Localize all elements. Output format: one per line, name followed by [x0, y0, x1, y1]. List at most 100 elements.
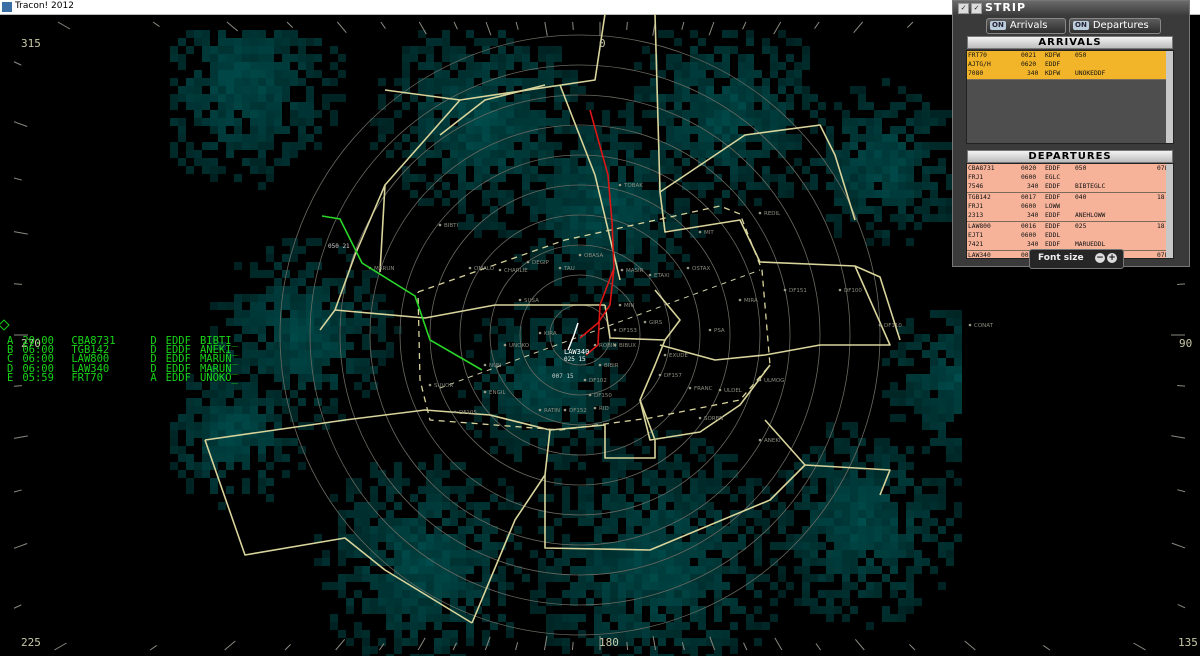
fix-label-df150: DF150: [594, 393, 612, 399]
fix-marker: [598, 363, 602, 367]
compass-tick: [453, 21, 458, 30]
flight-letter: E: [7, 371, 14, 384]
flight-list: A 20:00 CBA8731 D EDDF BIBTI_ B 06:00 TGB142 D EDD…: [7, 336, 247, 384]
flight-strip[interactable]: LAW800 0016 EDDF 025 18 EJT1 0600 EDDL 7421 340 ED…: [967, 222, 1173, 251]
strip-tabs: ON Arrivals ON Departures: [953, 15, 1189, 35]
font-size-increase-button[interactable]: +: [1107, 253, 1117, 263]
strip-field: MARUEDDL: [1075, 241, 1106, 248]
strip-field: 7080: [968, 70, 984, 77]
compass-tick: [742, 21, 747, 30]
flight-strip[interactable]: CBA8731 0020 EDDF 050 07L FRJ1 0600 EGLC 7546 340…: [967, 164, 1173, 193]
scrollbar[interactable]: [1166, 51, 1173, 143]
track-label-law340-callsign: LAW340: [564, 348, 589, 356]
compass-tick: [681, 21, 685, 30]
compass-tick: [515, 21, 519, 30]
fix-label-franc: FRANC: [694, 386, 713, 392]
strip-field: UNOKEDDF: [1075, 70, 1106, 77]
strip-field: BIBTEGLC: [1075, 183, 1106, 190]
arrivals-tab-label: Arrivals: [1009, 20, 1048, 31]
bearing-180: 180: [599, 636, 619, 649]
fix-marker: [686, 266, 690, 270]
fix-label-girs: GIRS: [649, 320, 663, 326]
strip-field: 0620: [1021, 61, 1037, 68]
strip-field: 340: [1027, 241, 1039, 248]
fix-marker: [718, 388, 722, 392]
compass-tick: [853, 21, 864, 34]
compass-tick: [908, 643, 916, 651]
fix-label-bibir: BIBIR: [604, 363, 619, 369]
arrivals-toggle[interactable]: ON Arrivals: [986, 18, 1066, 34]
strip-field: EDDF: [1045, 194, 1061, 201]
compass-tick: [1177, 603, 1186, 609]
strip-field: FRT70: [968, 52, 987, 59]
flight-time: 05:59: [22, 371, 54, 384]
strip-field: 18: [1157, 223, 1165, 230]
flight-strip[interactable]: TGB142 0017 EDDF 040 18 FRJ1 0600 LOWW 2313 340 ED…: [967, 193, 1173, 222]
flight-strip[interactable]: FRT70 0021 KDFW 050 AJTG/H 0620 EDDF 7080 340 KDF…: [967, 51, 1173, 80]
fix-marker: [483, 390, 487, 394]
compass-tick: [485, 21, 492, 36]
compass-tick: [152, 21, 160, 27]
fix-label-marun: MARUN: [374, 266, 394, 272]
strip-field: 050: [1075, 52, 1087, 59]
strip-field: 0016: [1021, 223, 1037, 230]
fix-marker: [438, 223, 442, 227]
fix-label-suvor: SUVOR: [434, 383, 454, 389]
visible-checkbox[interactable]: ✓: [971, 3, 982, 14]
pin-checkbox[interactable]: ✓: [958, 3, 969, 14]
strip-field: 340: [1027, 183, 1039, 190]
arrivals-list[interactable]: FRT70 0021 KDFW 050 AJTG/H 0620 EDDF 7080 340 KDF…: [966, 50, 1174, 144]
strip-field: KDFW: [1045, 52, 1061, 59]
fix-marker: [618, 303, 622, 307]
fix-label-tau: TAU: [563, 266, 575, 272]
strip-field: 7546: [968, 183, 984, 190]
fix-label-nun: NUN: [489, 363, 501, 369]
strip-field: LAW800: [968, 223, 991, 230]
compass-tick: [743, 642, 748, 651]
fix-label-mit: MIT: [704, 230, 714, 236]
app-icon: [2, 2, 12, 12]
compass-tick: [224, 640, 236, 651]
flight-list-row[interactable]: E 05:59 FRT70 A EDDF UNOKO_: [7, 371, 247, 384]
compass-tick: [626, 641, 629, 651]
compass-tick: [774, 637, 783, 651]
strip-field: EJT1: [968, 232, 984, 239]
fix-marker: [613, 328, 617, 332]
fix-label-min: MIN: [624, 303, 634, 309]
flight-callsign: FRT70: [71, 371, 103, 384]
flight-airport: EDDF: [165, 371, 191, 384]
compass-tick: [1171, 542, 1186, 549]
compass-tick: [1176, 283, 1186, 286]
strip-field: 0020: [1021, 165, 1037, 172]
strip-panel: ✓ ✓ STRIP ON Arrivals ON Departures ARRIVA…: [952, 0, 1190, 267]
compass-tick: [815, 643, 821, 651]
compass-tick: [149, 645, 157, 651]
fix-label-df102: DF102: [589, 378, 607, 384]
fix-label-bibux: BIBUX: [619, 343, 636, 349]
fix-marker: [503, 343, 507, 347]
fix-label-unoko: UNOKO: [509, 343, 530, 349]
fix-label-mira: MIRA: [744, 298, 758, 304]
fix-label-psa: PSA: [714, 328, 725, 334]
compass-tick: [13, 489, 22, 493]
strip-field: 340: [1027, 212, 1039, 219]
fix-marker: [783, 288, 787, 292]
fix-label-soren: SOREN: [704, 416, 723, 422]
departures-list[interactable]: CBA8731 0020 EDDF 050 07L FRJ1 0600 EGLC 7546 340…: [966, 163, 1174, 259]
compass-tick: [13, 177, 22, 181]
compass-tick: [906, 21, 914, 29]
departures-toggle[interactable]: ON Departures: [1069, 18, 1161, 34]
fix-label-kira: KIRA: [544, 331, 557, 337]
fix-marker: [583, 378, 587, 382]
compass-tick: [1171, 435, 1186, 439]
font-size-decrease-button[interactable]: −: [1095, 253, 1105, 263]
fix-marker: [968, 323, 972, 327]
compass-tick: [571, 641, 574, 651]
flight-fix: UNOKO_: [199, 371, 238, 384]
fix-marker: [698, 230, 702, 234]
scrollbar[interactable]: [1166, 164, 1173, 258]
strip-field: 7421: [968, 241, 984, 248]
compass-tick: [13, 231, 28, 235]
strip-field: CBA8731: [968, 165, 995, 172]
strip-field: AJTG/H: [968, 61, 991, 68]
